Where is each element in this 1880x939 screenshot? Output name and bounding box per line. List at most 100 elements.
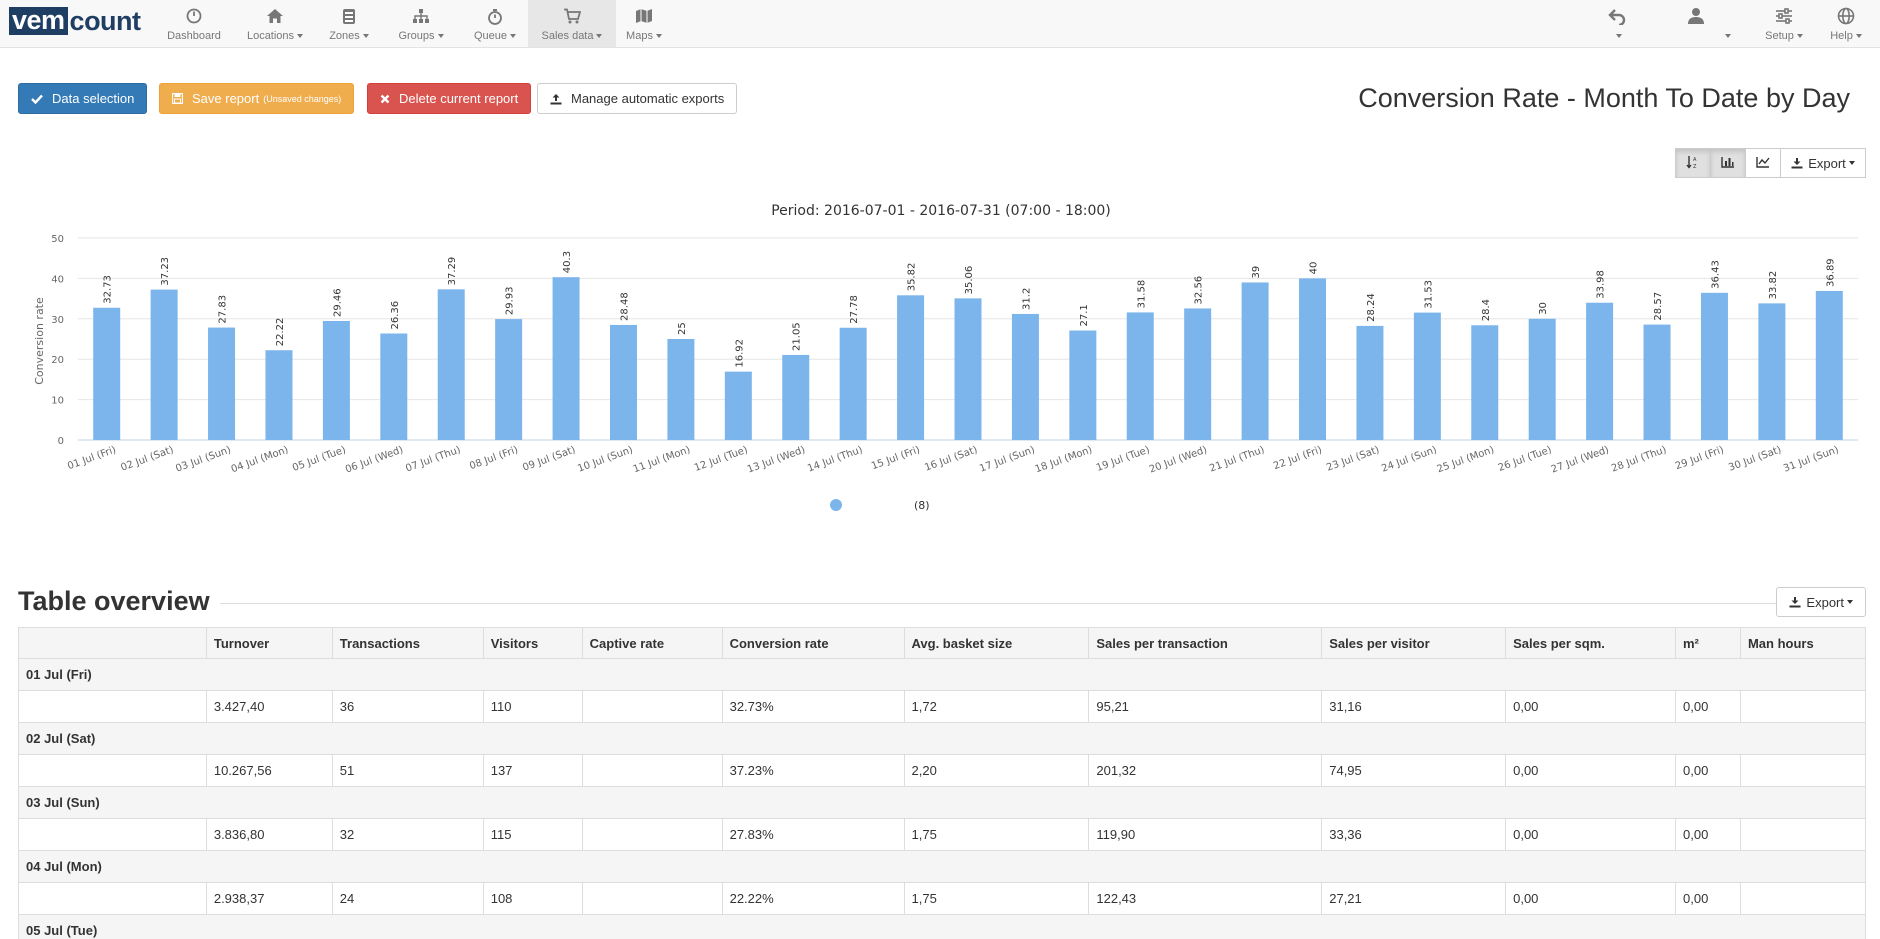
x-tick-label: 11 Jul (Mon) [632,444,692,475]
table-cell: 137 [482,754,583,787]
chart-export-label: Export [1808,155,1846,171]
column-header[interactable]: Avg. basket size [903,627,1090,659]
x-tick-label: 16 Jul (Sat) [923,444,979,473]
chart-legend[interactable]: (8) [830,499,930,512]
bar-chart-type-button[interactable] [1710,148,1746,178]
bar-value-label: 33.98 [1596,270,1607,299]
column-header[interactable]: Conversion rate [721,627,905,659]
nav-groups[interactable]: Groups [390,0,452,47]
nav-zones[interactable]: Zones [323,0,375,47]
column-header[interactable]: Man hours [1739,627,1867,659]
chart-export-button[interactable]: Export [1780,148,1866,178]
nav-dashboard[interactable]: Dashboard [163,0,225,47]
row-name-cell [18,818,207,851]
sort-button[interactable]: AZ [1675,148,1711,178]
bar-value-label: 16.92 [734,339,745,368]
page-title: Conversion Rate - Month To Date by Day [1358,83,1850,113]
line-chart-type-button[interactable] [1745,148,1781,178]
table-cell: 32 [331,818,484,851]
bar[interactable] [609,324,637,440]
table-export-button[interactable]: Export [1776,587,1866,617]
svg-text:A: A [1693,157,1697,163]
nav-sales-data[interactable]: Sales data [528,0,616,47]
bar[interactable] [1069,330,1097,440]
bar[interactable] [1643,324,1671,440]
nav-locations[interactable]: Locations [240,0,310,47]
section-divider [205,603,1780,604]
bar[interactable] [1299,278,1327,440]
bar-value-label: 27.78 [849,295,860,324]
bar[interactable] [150,289,178,440]
setup-menu[interactable]: Setup [1762,0,1806,47]
column-header[interactable]: Sales per sqm. [1505,627,1676,659]
bar[interactable] [322,320,350,440]
undo-menu[interactable] [1604,0,1630,47]
bar[interactable] [839,327,867,440]
bar[interactable] [1815,290,1843,440]
group-label: 03 Jul (Sun) [18,786,1866,819]
table-row: 3.836,80 32 115 27.83% 1,75 119,90 33,36 0,00 0,… [18,818,1867,851]
bar[interactable] [667,339,695,440]
column-header[interactable]: Transactions [331,627,484,659]
user-menu[interactable] [1650,0,1742,47]
bar-value-label: 35.82 [907,263,918,292]
bar[interactable] [552,277,580,440]
x-tick-label: 27 Jul (Wed) [1550,444,1611,475]
bar[interactable] [1700,292,1728,440]
column-header[interactable]: Captive rate [581,627,723,659]
bar[interactable] [1413,312,1441,440]
sliders-icon [1775,4,1793,28]
sales-data-icon [563,4,581,28]
bar[interactable] [1586,302,1614,440]
bar[interactable] [1758,303,1786,440]
bar[interactable] [1126,312,1154,440]
column-header[interactable] [18,627,207,659]
bar[interactable] [1471,325,1499,440]
delete-report-button[interactable]: Delete current report [367,83,532,114]
bar[interactable] [897,295,925,440]
column-header[interactable]: Visitors [482,627,583,659]
bar[interactable] [1356,325,1384,440]
table-cell: 0,00 [1675,690,1741,723]
nav-label: Zones [329,30,360,42]
bar[interactable] [782,354,810,440]
bar[interactable] [437,289,465,440]
x-tick-label: 29 Jul (Fri) [1674,444,1726,472]
bar[interactable] [1011,313,1039,440]
column-header[interactable]: Turnover [205,627,333,659]
bar-value-label: 30 [1538,302,1549,315]
locations-icon [266,4,284,28]
bar-value-label: 27.83 [218,295,229,324]
group-label: 01 Jul (Fri) [18,658,1866,691]
table-cell: 1,75 [903,882,1090,915]
help-menu[interactable]: Help [1826,0,1866,47]
nav-maps[interactable]: Maps [620,0,668,47]
bar[interactable] [208,327,236,440]
bar[interactable] [724,371,752,440]
bar-value-label: 25 [677,322,688,335]
x-tick-label: 21 Jul (Thu) [1208,444,1266,474]
bar[interactable] [380,333,408,440]
save-report-button[interactable]: Save report (Unsaved changes) [159,83,355,114]
table-cell: 37.23% [721,754,905,787]
x-tick-label: 14 Jul (Thu) [806,444,864,474]
bar[interactable] [265,350,293,440]
table-cell: 201,32 [1088,754,1323,787]
vemcount-logo[interactable]: vem count [9,7,141,35]
table-header-row: Turnover Transactions Visitors Captive rate… [18,627,1867,659]
bar[interactable] [1241,282,1269,440]
logo-part-vem: vem [9,7,68,35]
bar[interactable] [93,307,121,440]
bar[interactable] [1528,318,1556,440]
bar[interactable] [495,319,523,440]
column-header[interactable]: Sales per transaction [1088,627,1323,659]
data-selection-button[interactable]: Data selection [18,83,148,114]
nav-queue[interactable]: Queue [465,0,525,47]
bar[interactable] [1184,308,1212,440]
nav-label: Groups [398,30,435,42]
data-selection-label: Data selection [52,91,135,106]
manage-exports-button[interactable]: Manage automatic exports [537,83,738,114]
column-header[interactable]: Sales per visitor [1321,627,1507,659]
bar[interactable] [954,298,982,440]
column-header[interactable]: m² [1675,627,1741,659]
